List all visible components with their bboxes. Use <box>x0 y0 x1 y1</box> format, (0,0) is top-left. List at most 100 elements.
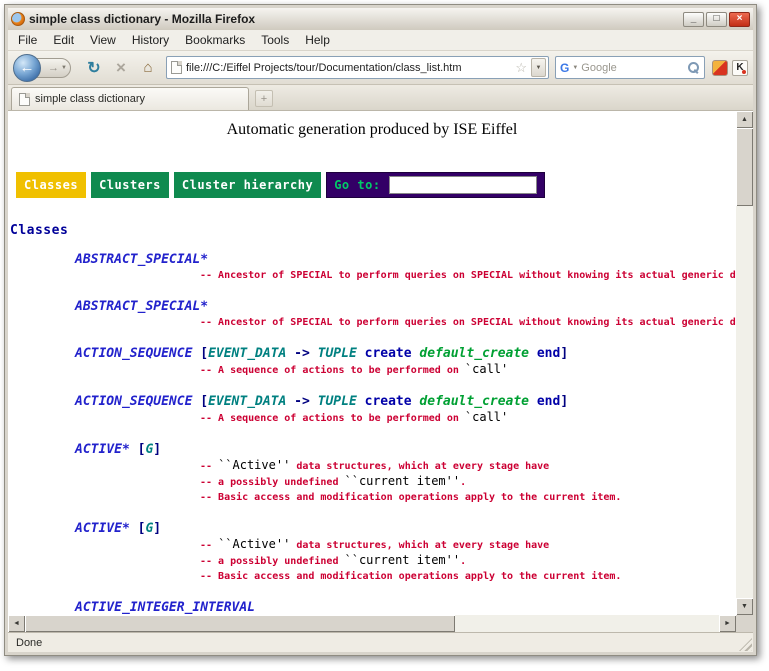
class-entry: ACTION_SEQUENCE [EVENT_DATA -> TUPLE cre… <box>8 394 736 426</box>
page-button-clusters[interactable]: Clusters <box>91 172 169 198</box>
class-entry: ABSTRACT_SPECIAL*-- Ancestor of SPECIAL … <box>8 299 736 330</box>
signature-token: ] <box>560 394 568 409</box>
kaspersky-icon[interactable]: K <box>732 60 748 76</box>
location-bar[interactable]: ☆ ▼ <box>166 56 549 79</box>
site-favicon <box>171 61 182 74</box>
page-viewport: Automatic generation produced by ISE Eif… <box>8 111 736 615</box>
history-dropdown-icon[interactable]: ▼ <box>61 65 67 71</box>
comment-segment: -- <box>200 461 218 472</box>
comment-segment: -- a possibly undefined <box>200 556 345 567</box>
class-entry: ACTIVE* [G]-- ``Active'' data structures… <box>8 442 736 505</box>
vertical-scroll-thumb[interactable] <box>736 128 753 206</box>
menu-tools[interactable]: Tools <box>253 31 297 49</box>
signature-token: EVENT_DATA <box>208 346 286 361</box>
tab-simple-class-dictionary[interactable]: simple class dictionary <box>11 87 249 110</box>
browser-content: Automatic generation produced by ISE Eif… <box>8 111 753 632</box>
menu-bookmarks[interactable]: Bookmarks <box>177 31 253 49</box>
window-title: simple class dictionary - Mozilla Firefo… <box>29 12 679 26</box>
signature-token: -> <box>286 394 317 409</box>
status-text: Done <box>16 637 42 649</box>
tab-favicon <box>19 93 30 106</box>
signature-token: [ <box>200 394 208 409</box>
reload-button[interactable]: ↻ <box>82 56 106 80</box>
horizontal-scrollbar[interactable]: ◄ ► <box>8 615 736 632</box>
title-bar[interactable]: simple class dictionary - Mozilla Firefo… <box>8 8 753 30</box>
menu-edit[interactable]: Edit <box>45 31 82 49</box>
extension-icons: K <box>712 60 748 76</box>
signature-token: [ <box>200 346 208 361</box>
signature-token: -> <box>286 346 317 361</box>
page-title: Automatic generation produced by ISE Eif… <box>8 121 736 139</box>
signature-token: TUPLE <box>318 394 357 409</box>
goto-input[interactable] <box>389 176 537 194</box>
search-input[interactable] <box>581 62 684 74</box>
comment-segment: data structures, which at every stage ha… <box>290 461 549 472</box>
class-signature: ACTIVE* [G] <box>75 442 736 458</box>
class-comment-line: -- A sequence of actions to be performed… <box>200 362 736 378</box>
signature-token: end <box>537 394 560 409</box>
section-title-classes: Classes <box>10 223 736 238</box>
comment-segment: `call' <box>465 410 508 424</box>
class-comment-line: -- ``Active'' data structures, which at … <box>200 458 736 474</box>
class-name-link[interactable]: ABSTRACT_SPECIAL* <box>75 299 208 314</box>
menu-bar: FileEditViewHistoryBookmarksToolsHelp <box>8 30 753 51</box>
comment-segment: . <box>460 556 466 567</box>
scroll-up-button[interactable]: ▲ <box>736 111 753 128</box>
class-name-link[interactable]: ACTIVE* <box>75 521 138 536</box>
url-input[interactable] <box>186 62 511 74</box>
extension-ribbon-icon[interactable] <box>712 60 728 76</box>
class-name-link[interactable]: ACTION_SEQUENCE <box>75 346 200 361</box>
new-tab-button[interactable]: + <box>255 90 273 107</box>
menu-file[interactable]: File <box>10 31 45 49</box>
comment-segment: ``current item'' <box>345 474 461 488</box>
class-list: ABSTRACT_SPECIAL* -- Ancestor of SPECIAL … <box>8 252 736 615</box>
menu-history[interactable]: History <box>124 31 177 49</box>
class-entry: ACTIVE_INTEGER_INTERVAL <box>8 600 736 615</box>
menu-view[interactable]: View <box>82 31 124 49</box>
signature-token: end <box>537 346 560 361</box>
close-button[interactable]: × <box>729 12 750 27</box>
firefox-icon <box>11 12 25 26</box>
scroll-down-button[interactable]: ▼ <box>736 598 753 615</box>
resize-grip[interactable] <box>739 638 752 651</box>
signature-token: default_create <box>419 394 529 409</box>
browser-window: simple class dictionary - Mozilla Firefo… <box>4 4 757 656</box>
scroll-left-button[interactable]: ◄ <box>8 615 25 632</box>
class-comment-line: -- Basic access and modification operati… <box>200 569 736 584</box>
history-navigation: ← → ▼ <box>13 54 79 82</box>
search-engine-dropdown-icon[interactable]: ▼ <box>572 65 578 71</box>
horizontal-scroll-thumb[interactable] <box>25 615 455 632</box>
comment-segment: -- A sequence of actions to be performed… <box>200 365 465 376</box>
signature-token <box>529 394 537 409</box>
page-button-classes[interactable]: Classes <box>16 172 86 198</box>
class-name-link[interactable]: ACTION_SEQUENCE <box>75 394 200 409</box>
menu-help[interactable]: Help <box>297 31 338 49</box>
signature-token: create <box>365 346 412 361</box>
class-comment-line: -- a possibly undefined ``current item''… <box>200 474 736 490</box>
home-button[interactable]: ⌂ <box>136 56 160 80</box>
maximize-button[interactable]: □ <box>706 12 727 27</box>
google-logo-icon: G <box>560 62 569 74</box>
vertical-scrollbar[interactable]: ▲ ▼ <box>736 111 753 615</box>
search-bar[interactable]: G ▼ <box>555 56 705 79</box>
class-comment-line: -- A sequence of actions to be performed… <box>200 410 736 426</box>
class-entry: ABSTRACT_SPECIAL* -- Ancestor of SPECIAL … <box>8 252 736 283</box>
back-button[interactable]: ← <box>13 54 41 82</box>
url-history-dropdown[interactable]: ▼ <box>531 58 546 77</box>
comment-segment: -- Ancestor of SPECIAL to perform querie… <box>200 270 736 281</box>
search-magnifier-icon[interactable] <box>687 61 700 74</box>
class-signature: ACTION_SEQUENCE [EVENT_DATA -> TUPLE cre… <box>75 346 736 362</box>
class-signature: ACTION_SEQUENCE [EVENT_DATA -> TUPLE cre… <box>75 394 736 410</box>
class-name-link[interactable]: ACTIVE* <box>75 442 138 457</box>
class-name-link[interactable]: ACTIVE_INTEGER_INTERVAL <box>75 600 255 615</box>
comment-segment: `call' <box>465 362 508 376</box>
stop-button[interactable]: × <box>109 56 133 80</box>
comment-segment: -- Basic access and modification operati… <box>200 571 621 582</box>
page-button-cluster-hierarchy[interactable]: Cluster hierarchy <box>174 172 321 198</box>
scroll-right-button[interactable]: ► <box>719 615 736 632</box>
comment-segment: -- <box>200 540 218 551</box>
minimize-button[interactable]: _ <box>683 12 704 27</box>
class-comment-line: -- a possibly undefined ``current item''… <box>200 553 736 569</box>
class-name-link[interactable]: ABSTRACT_SPECIAL* <box>75 252 208 267</box>
bookmark-star-icon[interactable]: ☆ <box>515 61 527 74</box>
